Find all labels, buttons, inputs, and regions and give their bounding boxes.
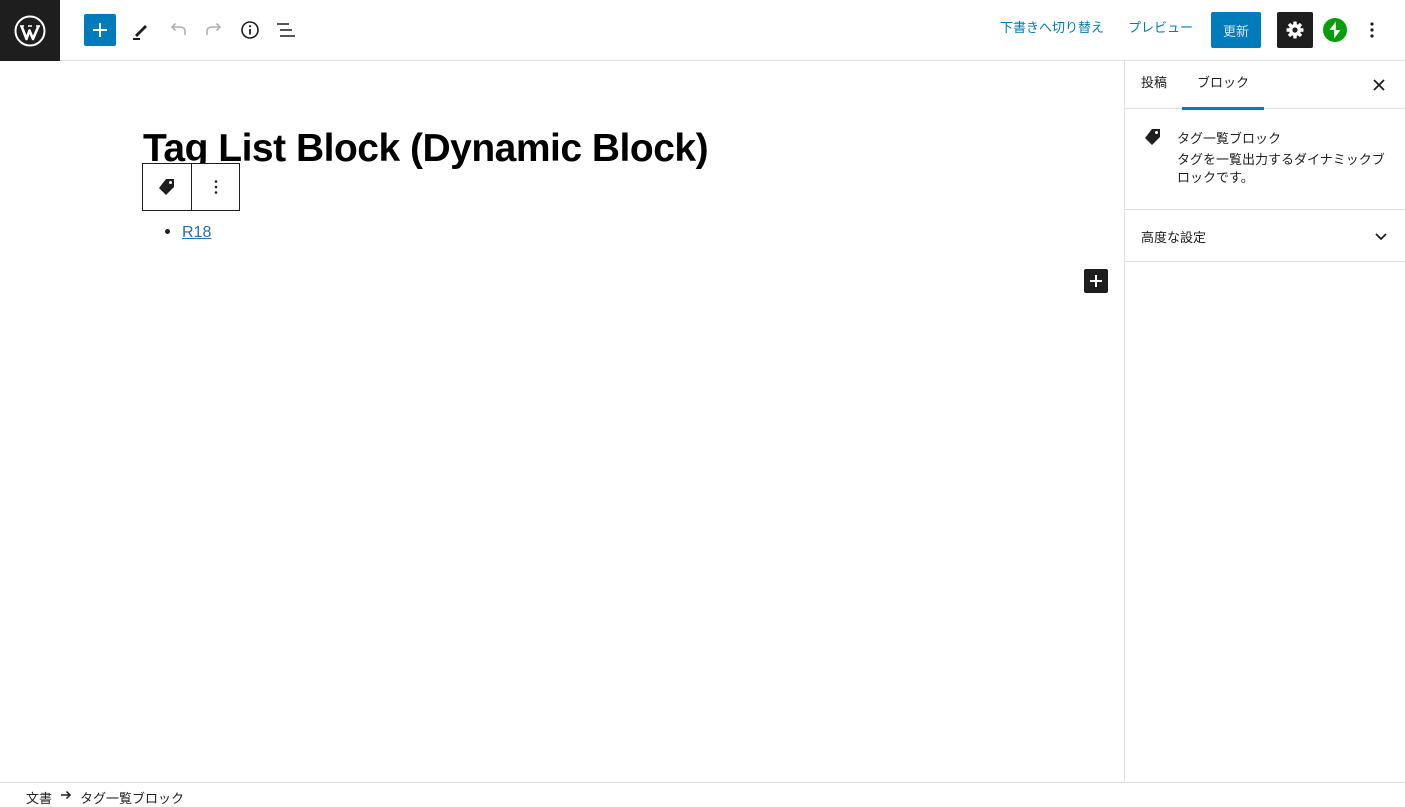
block-card: タグ一覧ブロック タグを一覧出力するダイナミックブロックです。 <box>1125 109 1405 210</box>
list-view-icon <box>277 23 295 37</box>
close-sidebar-button[interactable] <box>1367 73 1391 97</box>
panel-title: 高度な設定 <box>1141 231 1207 246</box>
tag-link[interactable]: R18 <box>182 224 211 241</box>
more-options-button[interactable] <box>1360 18 1384 42</box>
more-vertical-icon <box>1370 22 1374 38</box>
tab-block[interactable]: ブロック <box>1182 61 1265 110</box>
details-button[interactable] <box>232 12 268 48</box>
jetpack-button[interactable] <box>1323 18 1347 42</box>
info-icon <box>241 21 259 39</box>
editor-canvas[interactable]: Tag List Block (Dynamic Block) R18 <box>0 61 1124 782</box>
block-inserter-button[interactable] <box>1084 269 1108 293</box>
gear-icon <box>1286 21 1304 39</box>
redo-icon <box>206 22 222 35</box>
wordpress-logo-icon <box>14 15 46 46</box>
advanced-settings-panel[interactable]: 高度な設定 <box>1125 210 1405 262</box>
settings-button[interactable] <box>1277 12 1313 48</box>
tools-button[interactable] <box>123 12 159 48</box>
list-item: R18 <box>182 222 211 242</box>
breadcrumb: 文書 タグ一覧ブロック <box>0 782 1405 807</box>
undo-icon <box>170 22 186 35</box>
jetpack-icon <box>1329 21 1341 39</box>
breadcrumb-item-document[interactable]: 文書 <box>26 788 52 807</box>
plus-icon <box>93 23 107 37</box>
close-icon <box>1373 79 1385 91</box>
arrow-right-icon <box>61 790 72 800</box>
block-card-description: タグを一覧出力するダイナミックブロックです。 <box>1177 153 1385 186</box>
tab-post[interactable]: 投稿 <box>1141 61 1167 109</box>
tag-icon <box>1145 129 1160 145</box>
settings-sidebar: 投稿 ブロック タグ一覧ブロック タグを一覧出力するダイナミックブロックです。 … <box>1124 61 1405 782</box>
wordpress-logo-button[interactable] <box>0 0 60 61</box>
redo-button[interactable] <box>196 12 232 48</box>
more-vertical-icon <box>214 180 217 194</box>
sidebar-tabs: 投稿 ブロック <box>1125 61 1405 110</box>
block-toolbar <box>142 163 240 211</box>
preview-button[interactable]: プレビュー <box>1128 18 1193 40</box>
breadcrumb-item-block[interactable]: タグ一覧ブロック <box>80 788 184 807</box>
list-view-button[interactable] <box>268 12 304 48</box>
block-type-button[interactable] <box>143 164 191 210</box>
switch-to-draft-button[interactable]: 下書きへ切り替え <box>1000 18 1104 40</box>
block-card-title: タグ一覧ブロック <box>1177 132 1282 147</box>
pencil-icon <box>133 25 147 40</box>
chevron-down-icon <box>1375 233 1387 241</box>
editor-header: 下書きへ切り替え プレビュー 更新 <box>0 0 1405 61</box>
update-button[interactable]: 更新 <box>1211 12 1261 48</box>
plus-icon <box>1090 275 1102 287</box>
add-block-button[interactable] <box>84 14 116 46</box>
block-options-button[interactable] <box>191 164 239 210</box>
tag-icon <box>159 179 174 195</box>
undo-button[interactable] <box>160 12 196 48</box>
tag-list: R18 <box>164 222 211 242</box>
